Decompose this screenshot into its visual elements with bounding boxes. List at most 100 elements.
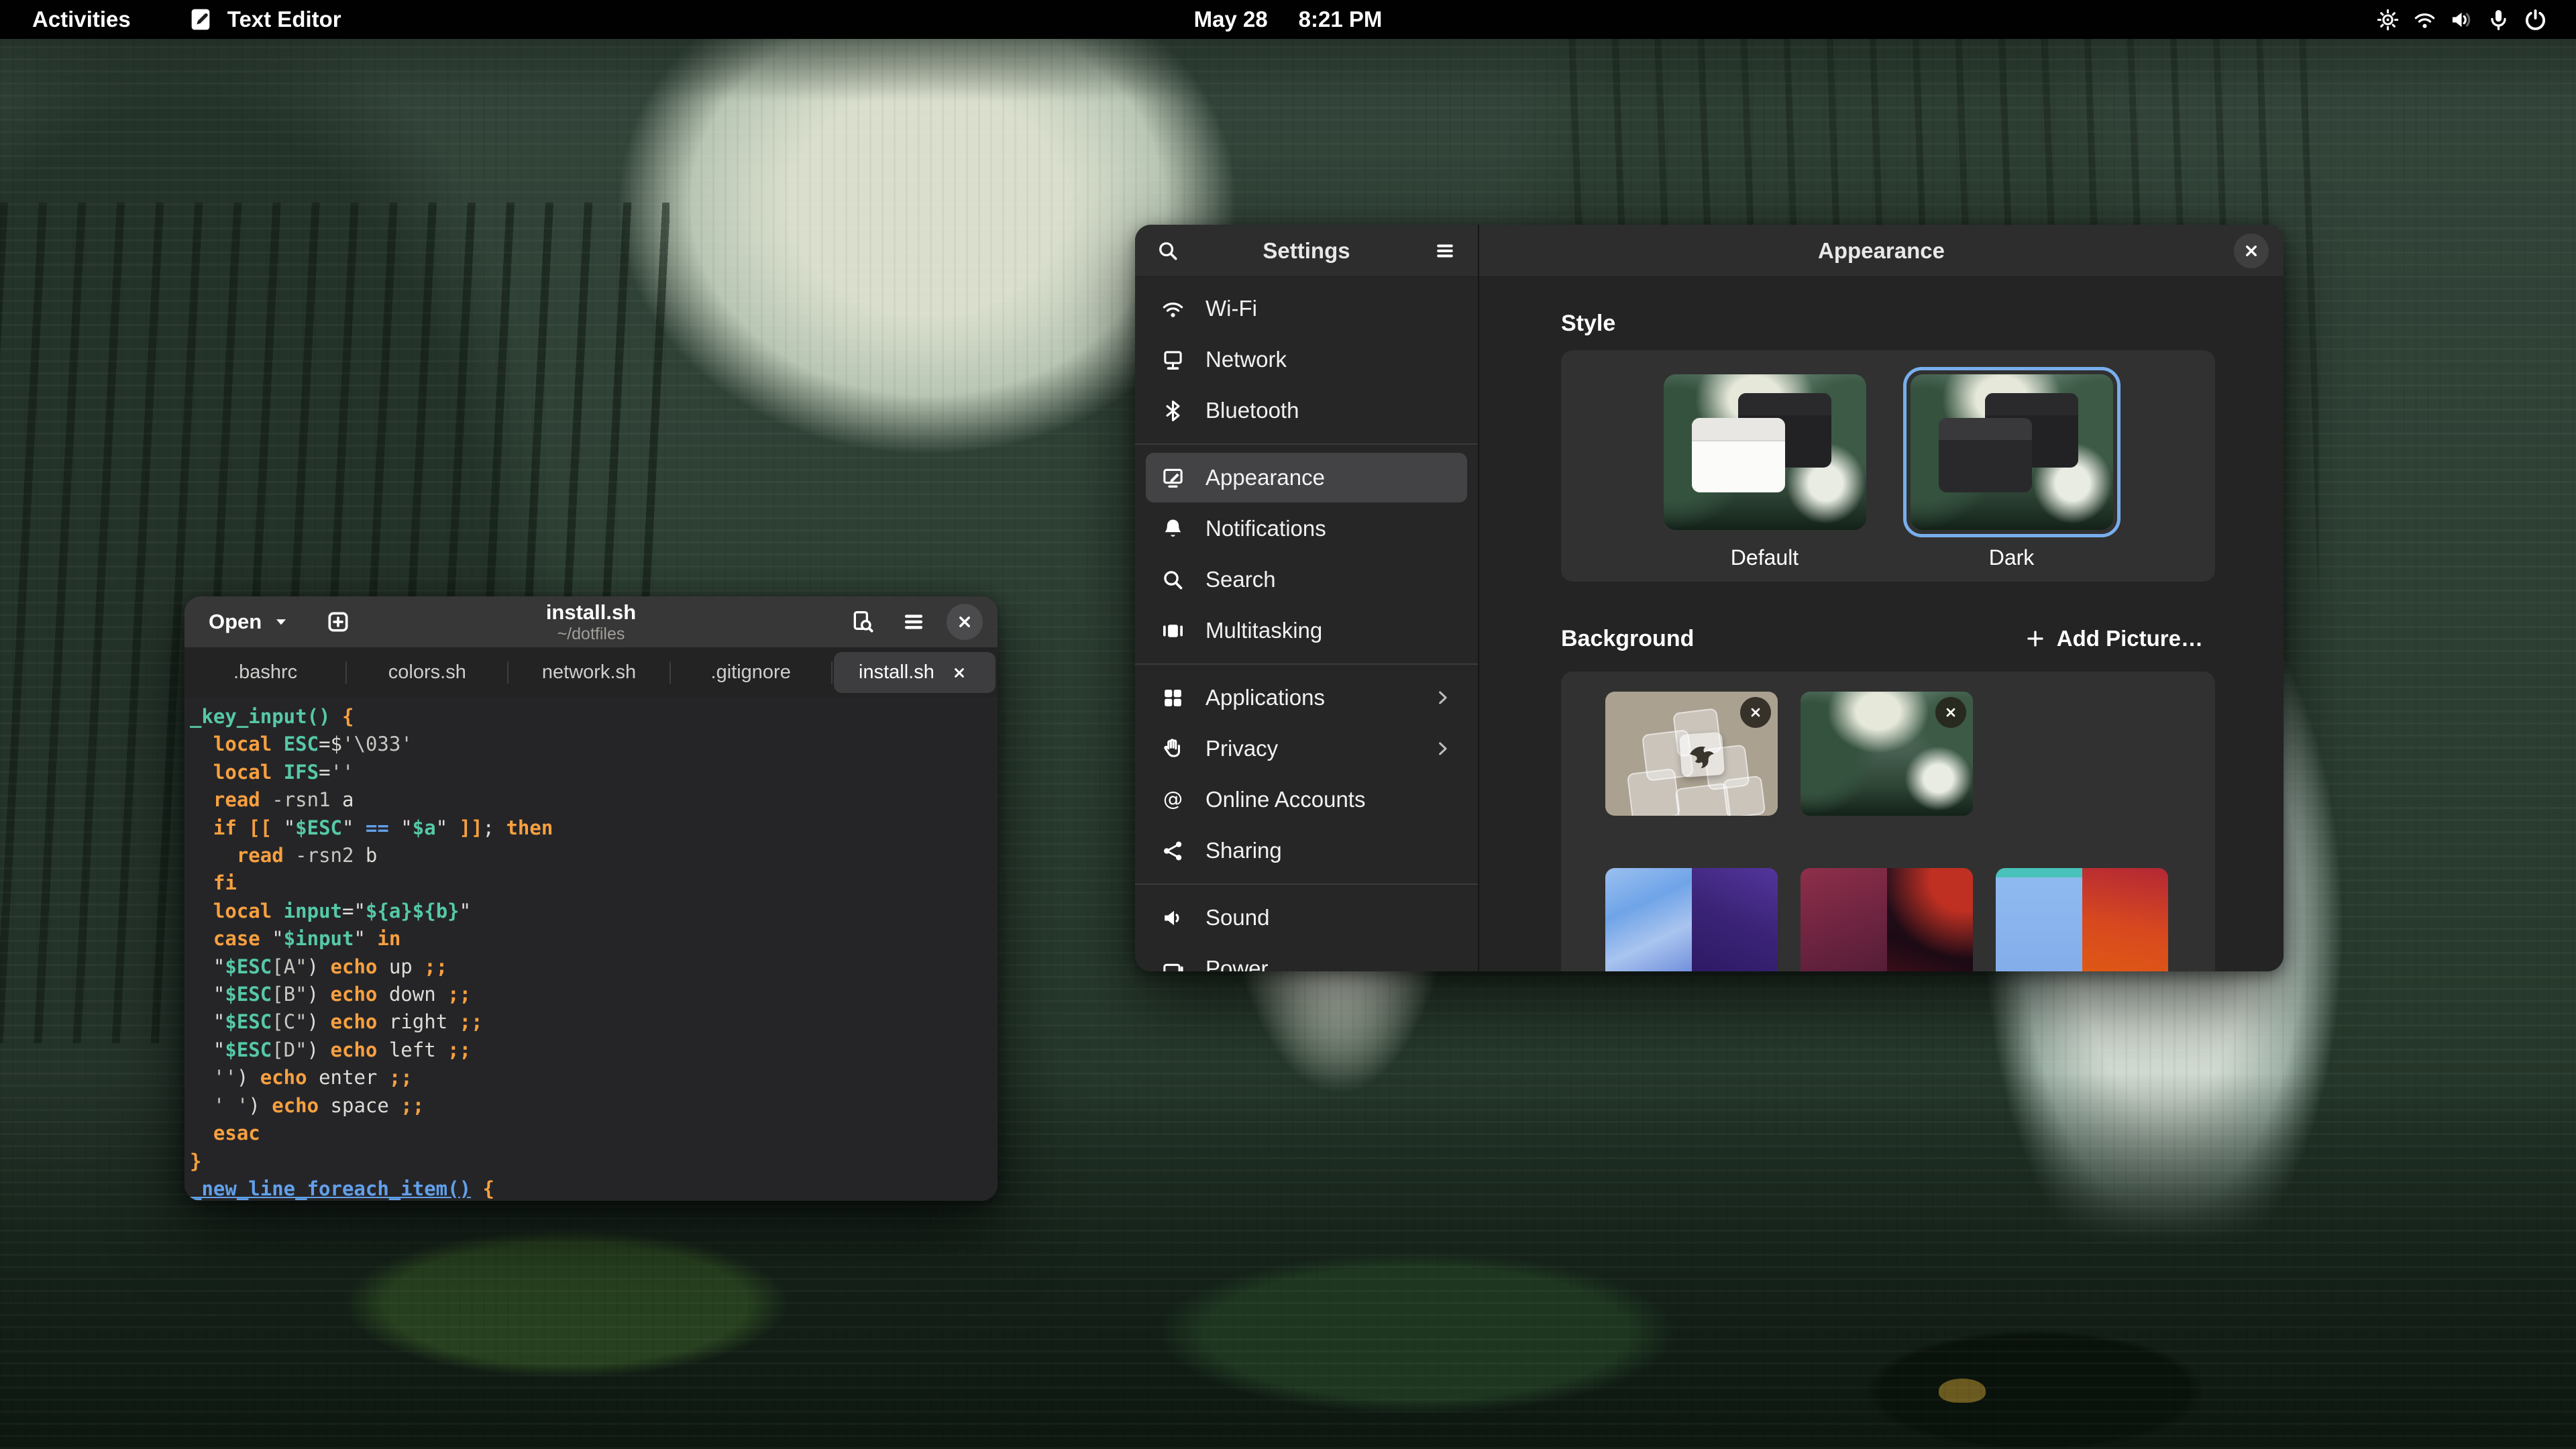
panel-title: Appearance (1818, 238, 1945, 264)
sidebar-item-label: Sound (1205, 905, 1269, 930)
settings-content-pane: Appearance Style DefaultDark Background … (1479, 225, 2284, 971)
sidebar-item-sharing[interactable]: Sharing (1146, 826, 1467, 875)
editor-menu-button[interactable] (896, 604, 932, 640)
editor-headerbar[interactable]: Open install.sh ~/dotfiles (184, 596, 998, 647)
blue-orange-drip-wallpaper-dark-half (2082, 868, 2169, 971)
appearance-icon (1161, 466, 1185, 490)
forest-waterfall-wallpaper[interactable] (1801, 692, 1973, 816)
close-icon (2241, 241, 2261, 261)
code-line: _new_line_foreach_item() { (190, 1175, 998, 1201)
text-editor-icon (187, 6, 214, 33)
privacy-icon (1161, 737, 1185, 761)
microphone-icon (2486, 7, 2511, 32)
document-search-button[interactable] (845, 604, 881, 640)
sidebar-item-notifications[interactable]: Notifications (1146, 504, 1467, 553)
code-line: local IFS='' (190, 759, 998, 786)
top-bar: Activities Text Editor May 28 8:21 PM (0, 0, 2576, 39)
remove-wallpaper-button[interactable] (1740, 697, 1771, 728)
code-line: "$ESC[C") echo right ;; (190, 1008, 998, 1036)
adwaita-beige-wallpaper[interactable] (1605, 692, 1778, 816)
settings-window: Settings Wi-FiNetwork Bluetooth Appearance… (1135, 225, 2284, 971)
brightness-icon (2375, 7, 2400, 32)
add-picture-button[interactable]: Add Picture… (2012, 619, 2215, 658)
style-option-dark[interactable]: Dark (1903, 367, 2121, 570)
clock-button[interactable]: May 28 8:21 PM (1194, 7, 1383, 32)
style-option-default[interactable]: Default (1656, 367, 1874, 570)
open-document-button[interactable]: Open (202, 603, 297, 641)
code-editor-area[interactable]: _key_input() { local ESC=$'\033' local I… (184, 698, 998, 1201)
preview-front-window (1939, 418, 2032, 492)
settings-search-button[interactable] (1151, 234, 1185, 268)
volume-icon (2449, 7, 2474, 32)
clock-time: 8:21 PM (1299, 7, 1383, 32)
close-icon (1748, 704, 1764, 720)
blue-orange-drip-wallpaper[interactable] (1996, 868, 2168, 971)
dragon-logo-tile (1679, 732, 1725, 777)
style-ring (1656, 367, 1874, 537)
applications-icon (1161, 686, 1185, 710)
sidebar-item-network[interactable]: Network (1146, 335, 1467, 384)
code-line: esac (190, 1120, 998, 1147)
settings-close-button[interactable] (2234, 233, 2269, 268)
search-icon (1161, 568, 1185, 592)
sidebar-item-label: Applications (1205, 685, 1325, 710)
red-wave-wallpaper-dark-half (1887, 868, 1974, 971)
content-headerbar[interactable]: Appearance (1479, 225, 2284, 277)
settings-menu-button[interactable] (1428, 234, 1462, 268)
style-section-heading: Style (1561, 311, 1615, 337)
code-line: fi (190, 869, 998, 897)
sidebar-item-label: Online Accounts (1205, 787, 1365, 812)
editor-tab-bashrc[interactable]: .bashrc (184, 647, 346, 698)
code-line: "$ESC[B") echo down ;; (190, 981, 998, 1008)
sidebar-item-label: Sharing (1205, 838, 1282, 863)
user-wallpapers-row (1605, 692, 2215, 816)
sidebar-item-sound[interactable]: Sound (1146, 893, 1467, 943)
code-line: local ESC=$'\033' (190, 731, 998, 758)
tab-close-button[interactable] (948, 661, 971, 684)
document-path: ~/dotfiles (546, 624, 636, 643)
code-line: ' ') echo space ;; (190, 1092, 998, 1120)
sidebar-headerbar[interactable]: Settings (1135, 225, 1478, 277)
background-card (1561, 672, 2215, 971)
code-line: "$ESC[D") echo left ;; (190, 1036, 998, 1064)
new-tab-icon (325, 608, 352, 635)
selected-style-ring (1903, 367, 2121, 537)
system-status-area[interactable] (2375, 7, 2548, 32)
blue-geometric-wallpaper[interactable] (1605, 868, 1778, 971)
red-wave-wallpaper[interactable] (1801, 868, 1973, 971)
sidebar-item-search[interactable]: Search (1146, 555, 1467, 604)
sidebar-item-applications[interactable]: Applications (1146, 673, 1467, 722)
close-icon (955, 612, 975, 632)
code-line: if [[ "$ESC" == "$a" ]]; then (190, 814, 998, 842)
sidebar-item-appearance[interactable]: Appearance (1146, 453, 1467, 502)
sidebar-item-label: Search (1205, 567, 1276, 592)
close-icon (951, 664, 968, 682)
sidebar-item-privacy[interactable]: Privacy (1146, 724, 1467, 773)
editor-tab-install-sh[interactable]: install.sh (834, 652, 996, 693)
code-line: _key_input() { (190, 703, 998, 731)
editor-tab-gitignore[interactable]: .gitignore (670, 647, 832, 698)
activities-button[interactable]: Activities (32, 7, 131, 32)
editor-title-block: install.sh ~/dotfiles (546, 600, 636, 643)
sidebar-item-label: Power (1205, 956, 1269, 971)
red-wave-wallpaper-light-half (1801, 868, 1887, 971)
sidebar-item-multitasking[interactable]: Multitasking (1146, 606, 1467, 655)
code-line: local input="${a}${b}" (190, 898, 998, 925)
editor-close-button[interactable] (947, 604, 983, 640)
sidebar-item-wi-fi[interactable]: Wi-Fi (1146, 284, 1467, 333)
blue-geometric-wallpaper-light-half (1605, 868, 1692, 971)
remove-wallpaper-button[interactable] (1935, 697, 1966, 728)
sidebar-item-power[interactable]: Power (1146, 944, 1467, 971)
editor-tab-colors-sh[interactable]: colors.sh (346, 647, 508, 698)
code-line: '') echo enter ;; (190, 1064, 998, 1091)
notifications-icon (1161, 517, 1185, 541)
settings-nav-list: Wi-FiNetwork Bluetooth AppearanceNotificat… (1135, 277, 1478, 971)
sidebar-item-label: Bluetooth (1205, 398, 1299, 423)
editor-tab-network-sh[interactable]: network.sh (508, 647, 669, 698)
sidebar-item-online-accounts[interactable]: @Online Accounts (1146, 775, 1467, 824)
sidebar-item-bluetooth[interactable]: Bluetooth (1146, 386, 1467, 435)
new-tab-button[interactable] (319, 603, 357, 641)
settings-sidebar: Settings Wi-FiNetwork Bluetooth Appearance… (1135, 225, 1479, 971)
focused-app-menu[interactable]: Text Editor (187, 6, 341, 33)
code-line: read -rsn2 b (190, 842, 998, 869)
